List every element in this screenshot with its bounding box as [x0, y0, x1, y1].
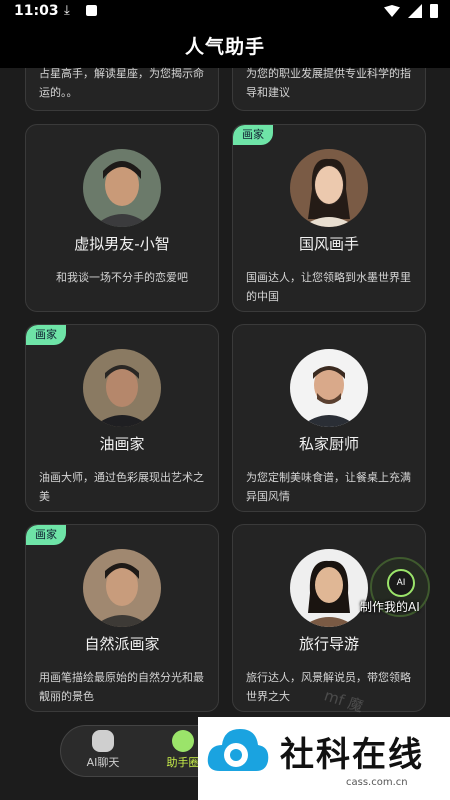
assistant-name: 油画家 — [99, 435, 145, 453]
assistant-card[interactable]: 画家 油画家 油画大师，通过色彩展现出艺术之美 — [25, 324, 219, 512]
assistant-name: 私家厨师 — [298, 435, 359, 453]
assistant-name: 虚拟男友-小智 — [74, 235, 170, 253]
ad-brand: 社科在线 — [280, 735, 424, 775]
assistant-desc: 国画达人，让您领略到水墨世界里的中国 — [246, 271, 411, 303]
tab-label: 助手圈 — [166, 756, 200, 769]
tab-label: AI聊天 — [86, 756, 120, 769]
assistant-card[interactable]: 虚拟男友-小智 和我谈一场不分手的恋爱吧 — [25, 124, 219, 312]
category-badge: 画家 — [26, 325, 66, 345]
signal-icon — [408, 4, 422, 18]
assistant-name: 国风画手 — [298, 235, 359, 253]
cloud-logo-icon — [207, 729, 269, 771]
status-bar: 11:03 ⤓ — [0, 0, 450, 24]
create-ai-label[interactable]: 制作我的AI — [360, 598, 420, 615]
assistant-card[interactable]: 画家 国风画手 国画达人，让您领略到水墨世界里的中国 — [232, 124, 426, 312]
assistant-circle-icon — [172, 730, 194, 752]
category-badge: 画家 — [26, 525, 66, 545]
assistant-desc: 为您的职业发展提供专业科学的指导和建议 — [246, 67, 411, 99]
assistant-card-partial[interactable]: 为您的职业发展提供专业科学的指导和建议 — [232, 67, 426, 111]
page-title: 人气助手 — [184, 36, 265, 58]
avatar — [290, 149, 368, 227]
avatar — [83, 349, 161, 427]
avatar — [290, 549, 368, 627]
assistant-card[interactable]: 私家厨师 为您定制美味食谱，让餐桌上充满异国风情 — [232, 324, 426, 512]
app-notification-icon — [86, 5, 97, 16]
assistant-desc: 和我谈一场不分手的恋爱吧 — [56, 271, 188, 284]
assistant-desc: 为您定制美味食谱，让餐桌上充满异国风情 — [246, 471, 411, 503]
battery-icon — [430, 4, 438, 18]
assistant-name: 自然派画家 — [84, 635, 160, 653]
assistant-card-partial[interactable]: 占星高手，解读星座，为您揭示命运的。。 — [25, 67, 219, 111]
avatar — [290, 349, 368, 427]
title-bar: 人气助手 — [0, 24, 450, 68]
avatar — [83, 549, 161, 627]
assistant-card[interactable]: 画家 自然派画家 用画笔描绘最原始的自然分光和最靓丽的景色 — [25, 524, 219, 712]
assistant-name: 旅行导游 — [298, 635, 359, 653]
status-time: 11:03 — [14, 3, 59, 19]
assistant-desc: 油画大师，通过色彩展现出艺术之美 — [39, 471, 204, 503]
category-badge: 画家 — [233, 125, 273, 145]
tab-ai-chat[interactable]: AI聊天 — [73, 730, 133, 770]
ad-url: cass.com.cn — [346, 777, 408, 788]
avatar — [83, 149, 161, 227]
chat-robot-icon — [92, 730, 114, 752]
download-icon: ⤓ — [64, 3, 70, 18]
ai-icon: AI — [387, 569, 415, 597]
wifi-icon — [384, 5, 400, 17]
assistant-desc: 用画笔描绘最原始的自然分光和最靓丽的景色 — [39, 671, 204, 703]
ad-banner[interactable]: 社科在线 cass.com.cn — [198, 717, 450, 800]
assistant-desc: 占星高手，解读星座，为您揭示命运的。。 — [39, 67, 204, 99]
